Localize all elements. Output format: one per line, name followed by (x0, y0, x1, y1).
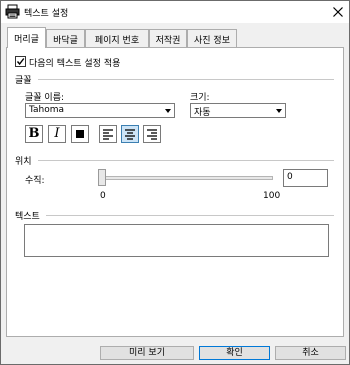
text-group-divider (46, 215, 334, 216)
position-group-divider (38, 160, 334, 161)
align-left-button[interactable] (99, 125, 117, 143)
header-text-input[interactable] (24, 224, 329, 257)
slider-min-label: 0 (100, 191, 106, 201)
vertical-slider-thumb[interactable] (98, 169, 106, 186)
align-right-icon (147, 129, 157, 140)
align-right-button[interactable] (143, 125, 161, 143)
text-color-button[interactable] (71, 125, 89, 143)
size-label: 크기: (190, 93, 210, 103)
bold-glyph: B (28, 126, 40, 141)
italic-glyph: I (54, 126, 60, 141)
apply-text-settings-checkbox[interactable] (15, 56, 26, 67)
color-swatch (76, 130, 84, 138)
align-left-icon (103, 129, 113, 140)
ok-button[interactable]: 확인 (199, 346, 270, 360)
position-group-title: 위치 (15, 157, 32, 167)
cancel-button[interactable]: 취소 (275, 346, 346, 360)
font-group-divider (38, 79, 334, 80)
chevron-down-icon (165, 109, 171, 113)
font-name-select[interactable]: Tahoma (25, 103, 175, 118)
font-size-select[interactable]: 자동 (190, 103, 286, 118)
font-name-label: 글꼴 이름: (25, 93, 65, 103)
preview-button[interactable]: 미리 보기 (100, 346, 194, 360)
bold-button[interactable]: B (25, 125, 43, 143)
vertical-value: 0 (287, 172, 293, 182)
checkmark-icon (16, 58, 25, 66)
header-settings-content: 다음의 텍스트 설정 적용 글꼴 글꼴 이름: Tahoma 크기: 자동 B … (1, 1, 349, 341)
ok-button-label: 확인 (226, 348, 243, 358)
vertical-slider-track[interactable] (103, 176, 273, 180)
font-group-title: 글꼴 (15, 76, 32, 86)
align-center-icon (125, 129, 135, 140)
text-settings-dialog: 텍스트 설정 머리글 바닥글 페이지 번호 저작권 사진 정보 다음의 텍스트 … (0, 0, 350, 365)
preview-button-label: 미리 보기 (129, 348, 165, 358)
apply-text-settings-label: 다음의 텍스트 설정 적용 (29, 59, 121, 69)
font-size-value: 자동 (194, 108, 211, 118)
vertical-label: 수직: (25, 176, 45, 186)
cancel-button-label: 취소 (302, 348, 319, 358)
chevron-down-icon (276, 109, 282, 113)
slider-max-label: 100 (263, 191, 281, 201)
italic-button[interactable]: I (48, 125, 66, 143)
vertical-value-input[interactable]: 0 (283, 169, 328, 187)
text-group-title: 텍스트 (15, 212, 40, 222)
align-center-button[interactable] (121, 125, 139, 143)
font-name-value: Tahoma (29, 105, 65, 115)
